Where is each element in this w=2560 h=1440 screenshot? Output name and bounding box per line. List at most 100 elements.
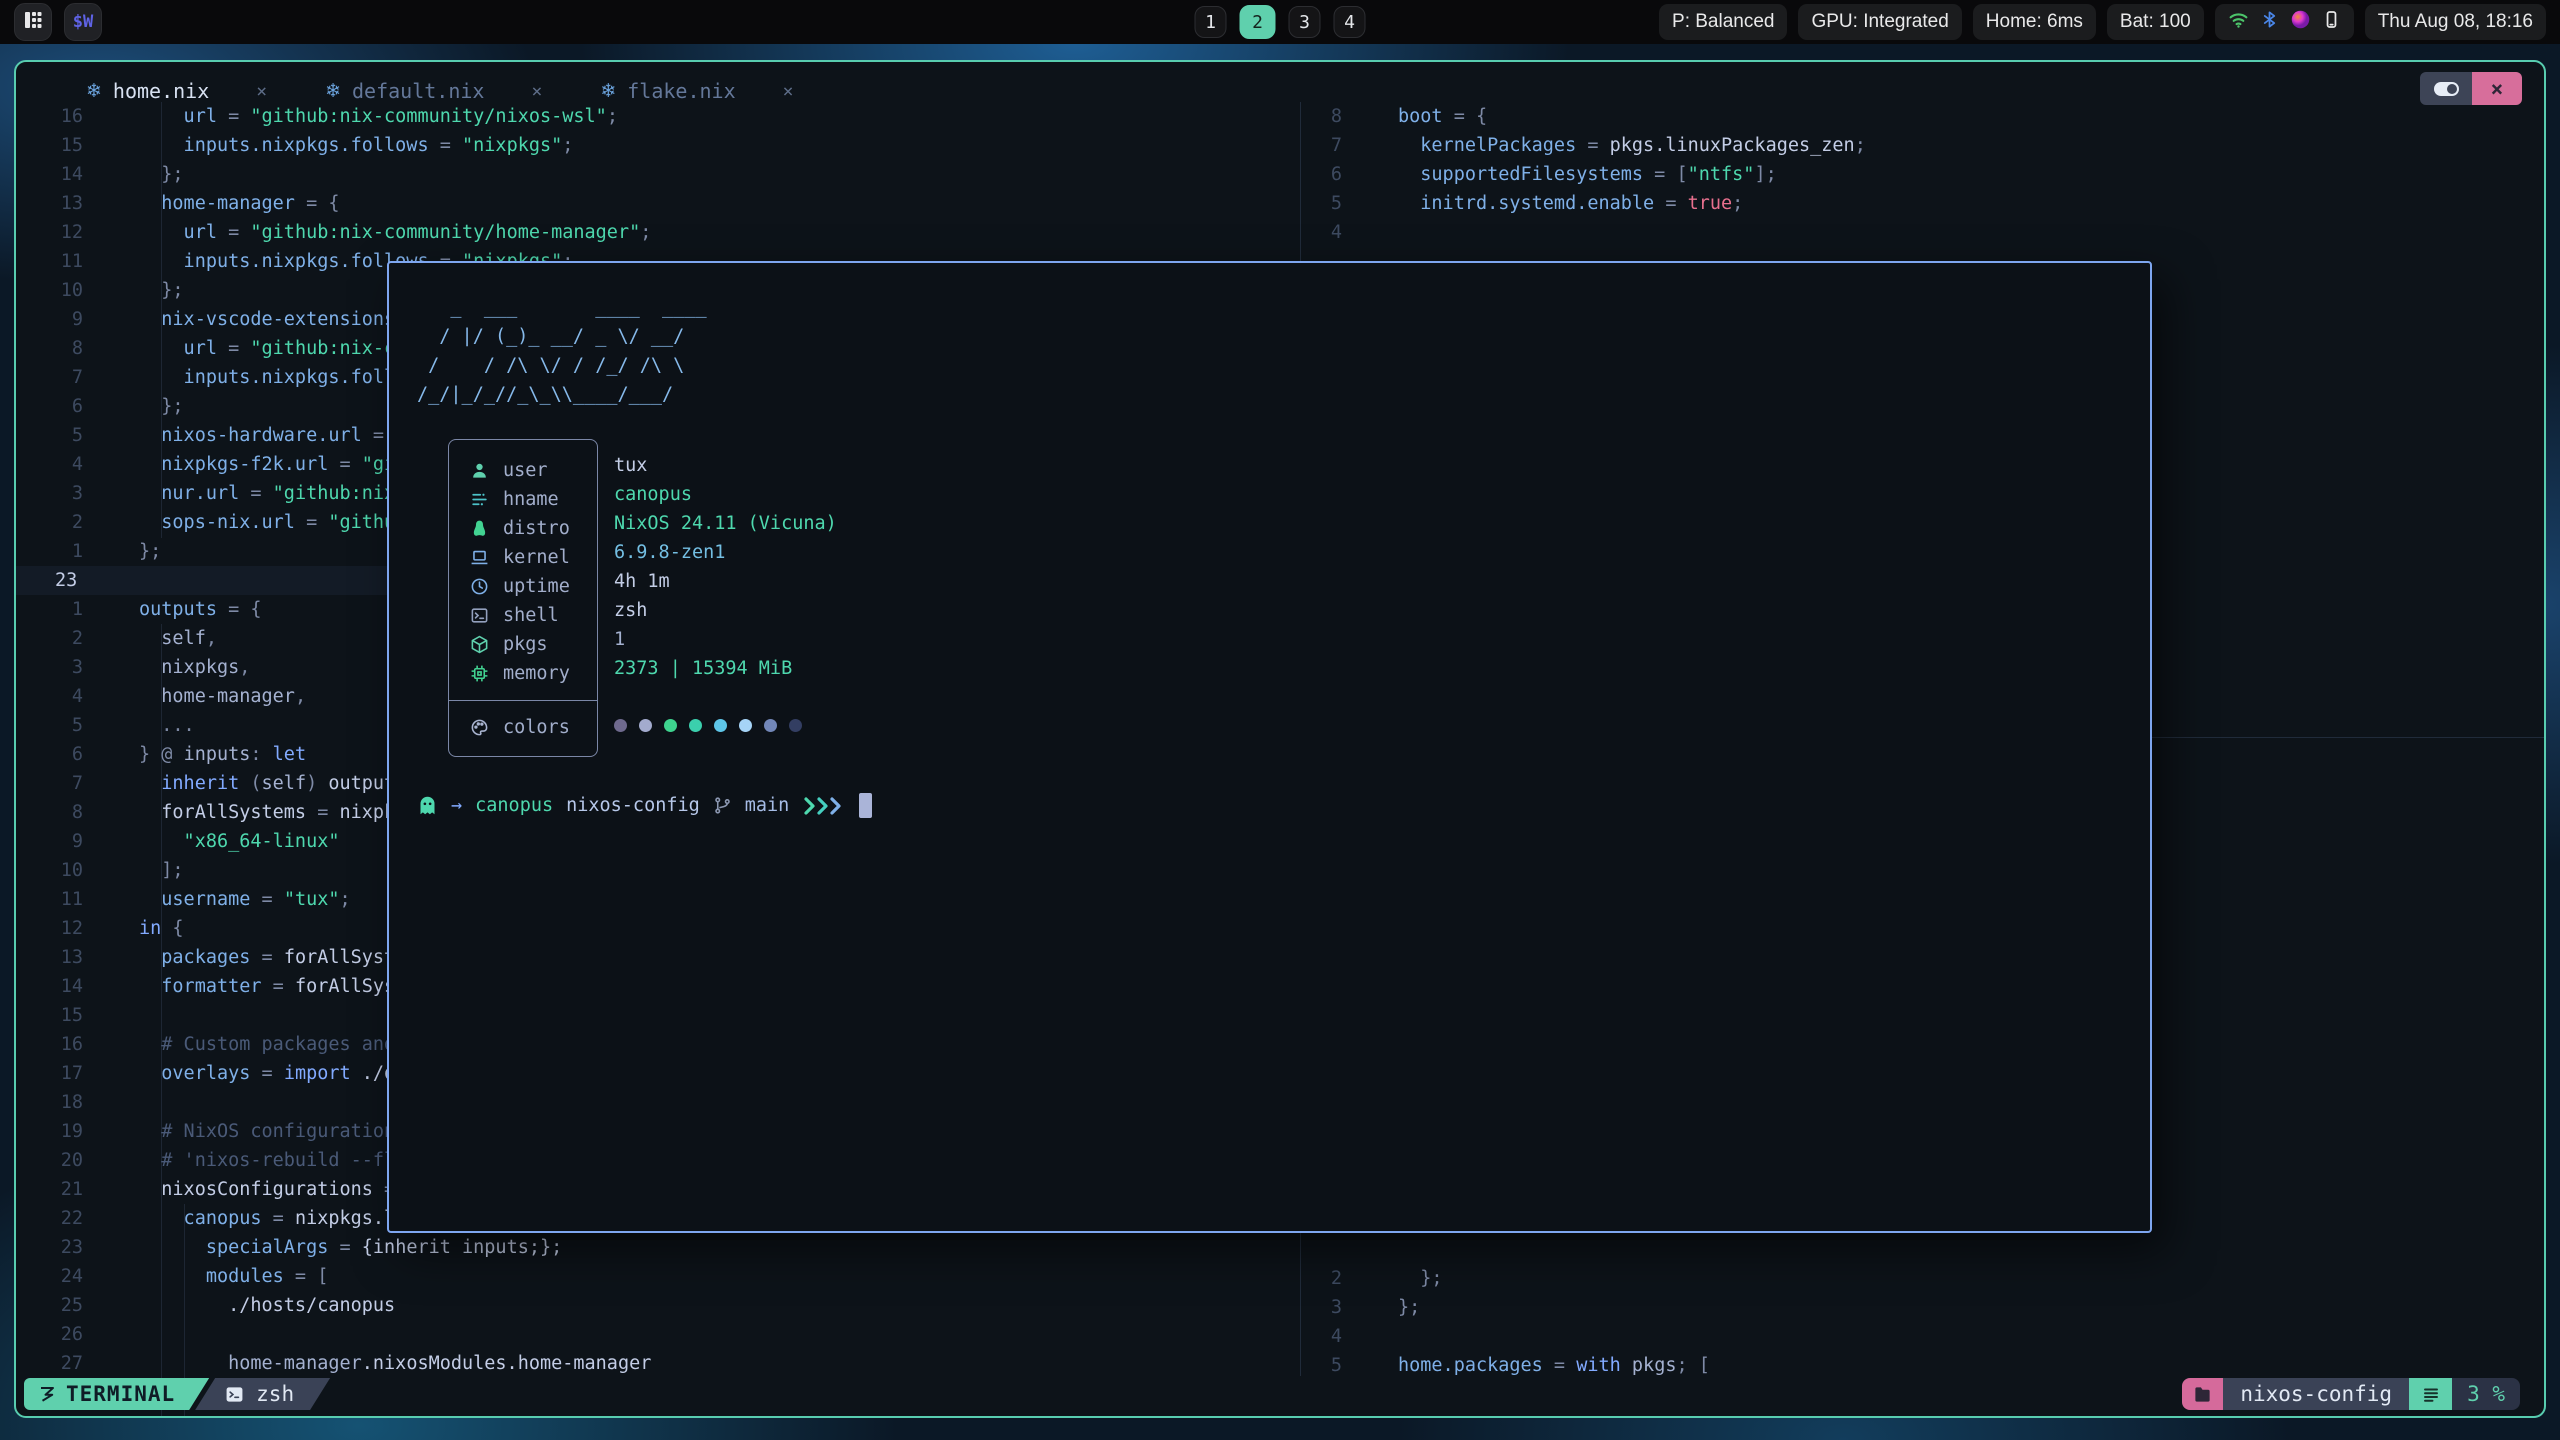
scroll-percent: 3 % — [2452, 1378, 2520, 1410]
tab-home-nix[interactable]: ❄ home.nix × — [86, 79, 267, 103]
ping-pill[interactable]: Home: 6ms — [1973, 4, 2096, 40]
bluetooth-icon[interactable] — [2260, 10, 2279, 35]
code-line: 8boot = { — [1302, 102, 2544, 131]
prompt-host: canopus — [475, 795, 553, 816]
fastfetch-row: user — [449, 456, 597, 485]
fastfetch-labels: user hnamedistro kernel uptime shell pkgs memo… — [449, 440, 597, 688]
fastfetch-label: memory — [503, 663, 570, 684]
workspace-pill-2[interactable]: 2 — [1240, 5, 1276, 39]
terminal-cursor — [859, 793, 872, 818]
palette-dot — [764, 719, 777, 732]
palette-dot — [614, 719, 627, 732]
tab-flake-nix[interactable]: ❄ flake.nix × — [600, 79, 793, 103]
lines-icon — [2422, 1385, 2440, 1403]
prompt-git-branch: main — [745, 795, 790, 816]
package-icon — [470, 635, 489, 654]
clock: Thu Aug 08, 18:16 — [2378, 11, 2533, 33]
workspace-pill-4[interactable]: 4 — [1334, 6, 1366, 38]
code-line: 27 home-manager.nixosModules.home-manage… — [16, 1349, 1300, 1378]
fastfetch-row: distro — [449, 514, 597, 543]
gpu-pill[interactable]: GPU: Integrated — [1798, 4, 1961, 40]
workspace-pill-1[interactable]: 1 — [1195, 6, 1227, 38]
tab-default-nix[interactable]: ❄ default.nix × — [325, 79, 542, 103]
terminal-icon — [225, 1385, 244, 1404]
network-icon[interactable] — [2228, 9, 2249, 36]
clock-icon — [470, 577, 489, 596]
fastfetch-label: kernel — [503, 547, 570, 568]
palette-icon — [470, 718, 489, 737]
palette-dot — [664, 719, 677, 732]
wm-logo: $W — [73, 12, 93, 32]
mode-label: TERMINAL — [66, 1382, 175, 1406]
tab-close-icon[interactable]: × — [783, 81, 794, 102]
folder-segment[interactable] — [2182, 1378, 2223, 1410]
power-profile-pill[interactable]: P: Balanced — [1659, 4, 1787, 40]
app-launcher-button[interactable] — [14, 3, 52, 41]
code-line: 23 specialArgs = {inherit inputs;}; — [16, 1233, 1300, 1262]
window-controls: × — [2420, 72, 2522, 105]
code-line: 3}; — [1302, 1293, 2544, 1322]
editor-pane-home-packages[interactable]: 2 };3};45home.packages = with pkgs; [ — [1302, 1264, 2544, 1380]
cwd-segment[interactable]: nixos-config — [2223, 1378, 2409, 1410]
penguin-icon — [470, 519, 489, 538]
fastfetch-separator — [449, 700, 597, 701]
code-line: 4 — [1302, 218, 2544, 247]
close-icon: × — [2491, 77, 2504, 101]
pin-toggle-button[interactable] — [2420, 72, 2472, 105]
wm-logo-button[interactable]: $W — [64, 3, 102, 41]
fastfetch-box: user hnamedistro kernel uptime shell pkgs memo… — [448, 439, 598, 757]
palette-dot — [739, 719, 752, 732]
phone-icon[interactable] — [2322, 10, 2341, 35]
fastfetch-value: 1 — [614, 629, 837, 658]
nix-file-icon: ❄ — [600, 80, 616, 102]
fastfetch-row: memory — [449, 659, 597, 688]
battery-pill[interactable]: Bat: 100 — [2107, 4, 2204, 40]
fastfetch-value: tux — [614, 455, 837, 484]
terminal-window: × ❄ home.nix × ❄ default.nix × ❄ flake.n… — [14, 60, 2546, 1418]
fastfetch-value: canopus — [614, 484, 837, 513]
nix-file-icon: ❄ — [86, 80, 102, 102]
shell-label: zsh — [256, 1382, 294, 1406]
fastfetch-row: hname — [449, 485, 597, 514]
grid-icon — [23, 10, 43, 34]
window-close-button[interactable]: × — [2472, 72, 2522, 105]
host-icon — [470, 490, 489, 509]
tab-close-icon[interactable]: × — [531, 81, 542, 102]
fastfetch-row: uptime — [449, 572, 597, 601]
top-bar: $W 1 2 3 4 P: Balanced GPU: Integrated H… — [0, 0, 2560, 44]
fastfetch-value: zsh — [614, 600, 837, 629]
laptop-icon — [470, 548, 489, 567]
fastfetch-label: shell — [503, 605, 559, 626]
clock-pill[interactable]: Thu Aug 08, 18:16 — [2365, 4, 2546, 40]
workspace-switcher: 1 2 3 4 — [1195, 5, 1366, 39]
fastfetch-label: uptime — [503, 576, 570, 597]
chip-icon — [470, 664, 489, 683]
zellij-logo-icon — [38, 1385, 56, 1403]
code-line: 5home.packages = with pkgs; [ — [1302, 1351, 2544, 1380]
chevrons-icon — [802, 795, 846, 817]
shell-prompt[interactable]: → canopus nixos-config main — [417, 791, 872, 820]
code-line: 25 ./hosts/canopus — [16, 1291, 1300, 1320]
system-tray — [2215, 4, 2354, 40]
code-line: 13 home-manager = { — [16, 189, 1300, 218]
tab-close-icon[interactable]: × — [256, 81, 267, 102]
fastfetch-label: user — [503, 460, 548, 481]
fastfetch-row: shell — [449, 601, 597, 630]
ghost-icon — [417, 795, 438, 816]
git-branch-icon — [713, 796, 732, 815]
workspace-pill-3[interactable]: 3 — [1289, 6, 1321, 38]
terminal-icon — [470, 606, 489, 625]
editor-pane-boot[interactable]: 8boot = {7 kernelPackages = pkgs.linuxPa… — [1302, 102, 2544, 247]
floating-terminal-pane[interactable]: _ ___ ____ ____ / |/ (_)_ __/ _ \/ __/ /… — [387, 261, 2152, 1233]
colors-label: colors — [503, 717, 570, 738]
code-line: 16 url = "github:nix-community/nixos-wsl… — [16, 102, 1300, 131]
fastfetch-value: 4h 1m — [614, 571, 837, 600]
fastfetch-label: pkgs — [503, 634, 548, 655]
palette-dot — [789, 719, 802, 732]
media-app-icon[interactable] — [2290, 9, 2311, 36]
toggle-icon — [2434, 82, 2459, 96]
mode-segment[interactable]: TERMINAL — [24, 1378, 209, 1410]
fastfetch-value: 2373 | 15394 MiB — [614, 658, 837, 687]
shell-segment[interactable]: zsh — [195, 1378, 330, 1410]
code-line: 24 modules = [ — [16, 1262, 1300, 1291]
